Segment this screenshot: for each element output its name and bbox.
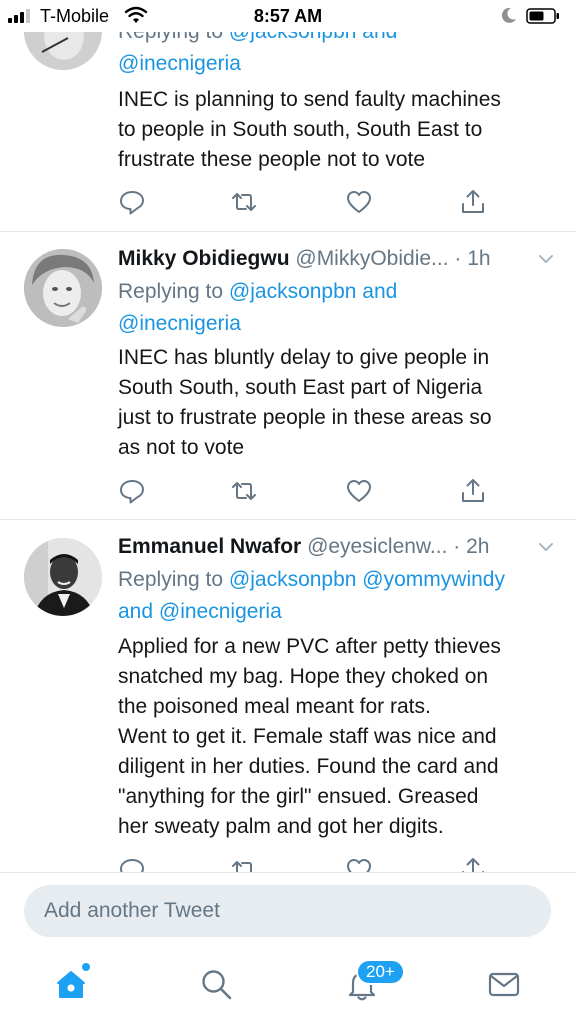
- replying-to-label: Replying to: [118, 280, 224, 303]
- reply-icon: [120, 480, 144, 504]
- chevron-down-icon[interactable]: [538, 253, 554, 265]
- tweet-3[interactable]: Emmanuel Nwafor @eyesiclenw... · 2h Repl…: [0, 520, 576, 872]
- tweet-header: Mikky Obidiegwu @MikkyObidie... · 1h: [118, 247, 558, 277]
- reply-icon: [120, 191, 144, 215]
- share-button[interactable]: [459, 477, 487, 505]
- retweet-icon: [232, 861, 252, 872]
- mention-inecnigeria[interactable]: @inecnigeria: [118, 52, 241, 75]
- home-new-content-dot: [82, 963, 90, 971]
- envelope-icon: [488, 972, 520, 997]
- add-another-tweet-input[interactable]: Add another Tweet: [24, 885, 551, 937]
- tab-messages[interactable]: [487, 967, 521, 1001]
- tab-search[interactable]: [199, 967, 233, 1001]
- mention-inecnigeria[interactable]: @inecnigeria: [159, 600, 282, 623]
- share-icon: [462, 479, 484, 502]
- share-button[interactable]: [459, 856, 487, 872]
- status-time: 8:57 AM: [253, 6, 323, 26]
- replying-to-line-2: and @inecnigeria: [118, 596, 558, 628]
- bottom-area: Add another Tweet 20+: [0, 872, 576, 1025]
- mention-link[interactable]: @jacksonpbn and: [229, 280, 397, 303]
- tweet-1[interactable]: Replying to @jacksonpbn and @inecnigeria…: [0, 0, 576, 232]
- replying-to-line: Replying to @jacksonpbn @yommywindy: [118, 564, 558, 596]
- avatar-image: [24, 538, 102, 616]
- retweet-icon: [232, 193, 256, 211]
- status-bar: T-Mobile 8:57 AM: [0, 0, 576, 32]
- author-handle[interactable]: @MikkyObidie...: [295, 247, 448, 270]
- chevron-down-icon[interactable]: [538, 541, 554, 553]
- share-icon: [462, 858, 484, 872]
- like-button[interactable]: [345, 188, 373, 216]
- retweet-button[interactable]: [230, 477, 258, 505]
- reply-button[interactable]: [118, 477, 146, 505]
- tweet-timestamp: · 1h: [454, 247, 491, 270]
- author-name[interactable]: Emmanuel Nwafor: [118, 535, 301, 558]
- battery-icon: [526, 8, 559, 24]
- tab-home[interactable]: [54, 967, 88, 1001]
- replying-to-line-2: @inecnigeria: [118, 308, 558, 340]
- share-button[interactable]: [459, 188, 487, 216]
- tweet-actions: [118, 477, 488, 507]
- home-icon: [57, 971, 85, 998]
- like-button[interactable]: [345, 477, 373, 505]
- tweet-text: Applied for a new PVC after petty thieve…: [118, 635, 501, 838]
- author-name[interactable]: Mikky Obidiegwu: [118, 247, 290, 270]
- avatar-image: [24, 249, 102, 327]
- notifications-count-badge: 20+: [356, 959, 405, 985]
- tweet-text: INEC is planning to send faulty machines…: [118, 88, 501, 171]
- avatar[interactable]: [24, 538, 102, 616]
- like-button[interactable]: [345, 856, 373, 872]
- heart-icon: [347, 480, 371, 502]
- heart-icon: [347, 859, 371, 872]
- reply-button[interactable]: [118, 856, 146, 872]
- tweet-text: INEC has bluntly delay to give people in…: [118, 346, 492, 459]
- share-icon: [462, 190, 484, 213]
- replying-to-line-2: @inecnigeria: [118, 48, 558, 80]
- reply-button[interactable]: [118, 188, 146, 216]
- replying-to-line: Replying to @jacksonpbn and: [118, 276, 558, 308]
- retweet-button[interactable]: [230, 188, 258, 216]
- tweet-actions: [118, 188, 488, 218]
- tweet-feed[interactable]: Replying to @jacksonpbn and @inecnigeria…: [0, 0, 576, 872]
- avatar[interactable]: [24, 249, 102, 327]
- do-not-disturb-moon-icon: [501, 7, 516, 23]
- replying-to-label: Replying to: [118, 568, 224, 591]
- tweet-actions: [118, 856, 488, 872]
- reply-icon: [120, 859, 144, 872]
- mention-and[interactable]: and: [118, 600, 153, 623]
- mention-link[interactable]: @jacksonpbn @yommywindy: [229, 568, 505, 591]
- tweet-timestamp: · 2h: [453, 535, 490, 558]
- search-icon: [202, 970, 232, 1000]
- tweet-2[interactable]: Mikky Obidiegwu @MikkyObidie... · 1h Rep…: [0, 232, 576, 520]
- mention-inecnigeria[interactable]: @inecnigeria: [118, 312, 241, 335]
- retweet-icon: [232, 482, 256, 500]
- retweet-button[interactable]: [230, 856, 258, 872]
- heart-icon: [347, 191, 371, 213]
- tweet-header: Emmanuel Nwafor @eyesiclenw... · 2h: [118, 535, 558, 565]
- author-handle[interactable]: @eyesiclenw...: [307, 535, 447, 558]
